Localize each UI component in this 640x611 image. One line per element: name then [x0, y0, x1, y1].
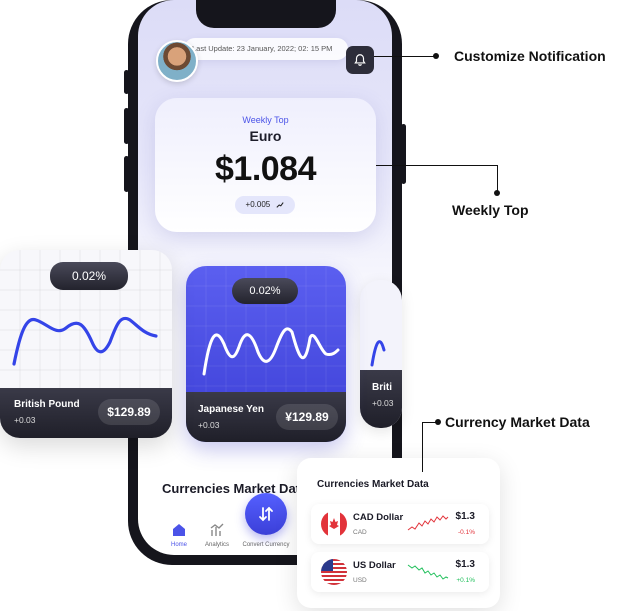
trend-up-icon: [276, 202, 285, 208]
card-currency-name: Japanese Yen: [198, 404, 264, 415]
callout-line: [376, 165, 498, 166]
phone-side-button: [124, 70, 129, 94]
card-footer: British Pound +0.03 $129.89: [0, 388, 172, 438]
percent-badge: 0.02%: [232, 278, 298, 304]
callout-line: [374, 56, 436, 57]
last-update-label: Last Update: 23 January, 2022; 02: 15 PM: [184, 38, 348, 60]
weekly-top-change-badge: +0.005: [235, 196, 295, 214]
notification-button[interactable]: [346, 46, 374, 74]
phone-side-button: [401, 124, 406, 184]
canada-flag-icon: [321, 511, 347, 537]
market-row-code: USD: [353, 577, 367, 584]
market-row-value: $1.3: [455, 559, 475, 570]
section-title: Currencies Market Data: [162, 481, 300, 496]
phone-side-button: [124, 156, 129, 192]
callout-dot: [433, 53, 439, 59]
card-sparkline: [202, 327, 340, 376]
market-row[interactable]: CAD Dollar CAD $1.3 -0.1%: [311, 504, 489, 544]
weekly-top-value: $1.084: [215, 150, 317, 188]
card-change: +0.03: [372, 398, 394, 408]
market-panel-title: Currencies Market Data: [317, 479, 429, 490]
market-data-panel: Currencies Market Data CAD Dollar CAD $1…: [297, 458, 500, 608]
callout-line: [422, 422, 423, 472]
market-row-sparkline: [407, 515, 449, 531]
callout-dot: [494, 190, 500, 196]
callout-weekly: Weekly Top: [452, 202, 529, 218]
convert-currency-button[interactable]: [245, 493, 287, 535]
weekly-top-label: Weekly Top: [242, 115, 289, 125]
card-footer: Briti +0.03: [360, 370, 402, 428]
swap-arrows-icon: [259, 506, 273, 522]
card-price: ¥129.89: [276, 404, 338, 430]
card-price: $129.89: [98, 399, 160, 425]
currency-card[interactable]: 0.02% British Pound +0.03 $129.89: [0, 250, 172, 438]
phone-side-button: [124, 108, 129, 144]
card-sparkline: [12, 316, 158, 366]
us-flag-icon: [321, 559, 347, 585]
callout-notification: Customize Notification: [454, 48, 606, 64]
analytics-icon[interactable]: [209, 522, 225, 538]
callout-line: [497, 165, 498, 193]
home-icon[interactable]: [171, 522, 187, 538]
card-currency-name: British Pound: [14, 399, 80, 410]
market-row-change: -0.1%: [458, 529, 475, 536]
nav-convert-label[interactable]: Convert Currency: [240, 542, 292, 548]
weekly-top-change: +0.005: [245, 200, 271, 209]
card-footer: Japanese Yen +0.03 ¥129.89: [186, 392, 346, 442]
market-row-name: US Dollar: [353, 560, 396, 571]
market-row[interactable]: US Dollar USD $1.3 +0.1%: [311, 552, 489, 592]
currency-card[interactable]: 0.02% Japanese Yen +0.03 ¥129.89: [186, 266, 346, 442]
percent-badge: 0.02%: [50, 262, 128, 290]
callout-market: Currency Market Data: [445, 414, 590, 430]
market-row-change: +0.1%: [456, 577, 475, 584]
weekly-top-card[interactable]: Weekly Top Euro $1.084 +0.005: [155, 98, 376, 232]
market-row-code: CAD: [353, 529, 367, 536]
market-row-value: $1.3: [455, 511, 475, 522]
bell-icon: [354, 54, 366, 66]
card-change: +0.03: [14, 415, 36, 425]
nav-analytics-label[interactable]: Analytics: [192, 542, 242, 548]
card-currency-name: Briti: [372, 382, 392, 393]
currency-card[interactable]: Briti +0.03: [360, 280, 402, 428]
callout-dot: [435, 419, 441, 425]
market-row-name: CAD Dollar: [353, 512, 404, 523]
avatar[interactable]: [156, 40, 198, 82]
market-row-sparkline: [407, 564, 449, 580]
weekly-top-currency: Euro: [249, 128, 282, 144]
card-change: +0.03: [198, 420, 220, 430]
phone-notch: [196, 0, 336, 28]
